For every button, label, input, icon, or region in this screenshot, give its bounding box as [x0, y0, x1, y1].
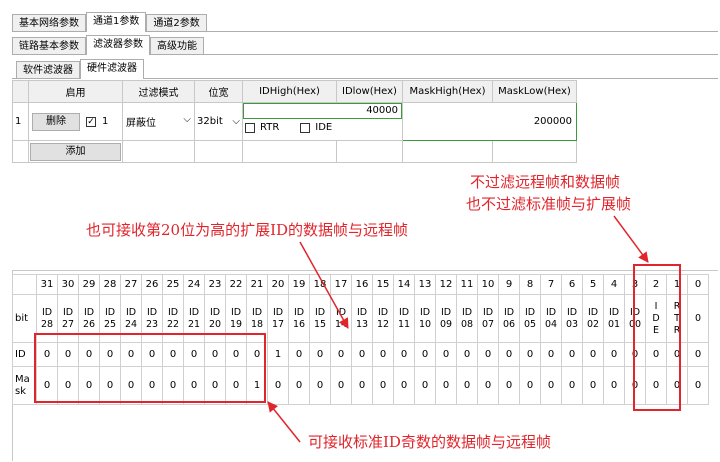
annotation-bottom: 可接收标准ID奇数的数据帧与远程帧: [308, 433, 551, 451]
annotation-top-right-2: 也不过滤标准帧与扩展帧: [466, 195, 632, 213]
arrow-middle: [299, 241, 349, 329]
tab-filter-params[interactable]: 滤波器参数: [86, 35, 150, 55]
annotation-top-right-1: 不过滤远程帧和数据帧: [470, 173, 621, 191]
tab-channel1[interactable]: 通道1参数: [86, 12, 147, 32]
annotation-middle: 也可接收第20位为高的扩展ID的数据帧与远程帧: [86, 221, 409, 239]
tab-hardware-filter[interactable]: 硬件滤波器: [80, 59, 144, 79]
arrow-top-right: [613, 215, 649, 263]
arrow-bottom: [267, 401, 301, 443]
